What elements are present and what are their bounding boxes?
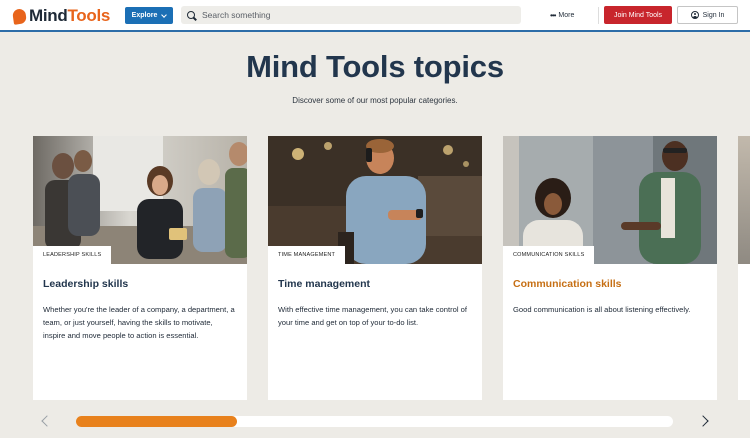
card-description: Whether you're the leader of a company, … [43, 305, 235, 340]
search-input[interactable] [202, 10, 502, 20]
topic-card-time-management[interactable]: TIME MANAGEMENT Time management With eff… [268, 136, 482, 400]
user-icon [690, 11, 699, 19]
category-badge: LEADERSHIP SKILLS [33, 246, 112, 264]
explore-button[interactable]: Explore [125, 7, 173, 24]
more-dots-icon: ••• [550, 10, 556, 20]
category-badge: COMMUNICATION SKILLS [503, 246, 595, 264]
logo-text-main: Mind [29, 6, 68, 25]
topic-card-leadership[interactable]: LEADERSHIP SKILLS Leadership skills Whet… [33, 136, 247, 400]
search-icon [187, 10, 196, 20]
card-title[interactable]: Time management [278, 278, 370, 290]
card-image-leadership [33, 136, 247, 264]
card-image-communication [503, 136, 717, 264]
join-button[interactable]: Join Mind Tools [604, 6, 672, 24]
more-label: More [558, 12, 575, 19]
page-title: Mind Tools topics [246, 49, 504, 84]
category-badge: TIME MANAGEMENT [268, 246, 346, 264]
site-header: MindTools Explore ••• More Join Mind Too… [0, 0, 750, 32]
more-menu-button[interactable]: ••• More [550, 10, 574, 21]
card-image-time-management [268, 136, 482, 264]
carousel-scrollbar-thumb[interactable] [76, 416, 238, 427]
mindtools-logo[interactable]: MindTools [12, 6, 110, 26]
explore-label: Explore [131, 12, 158, 19]
join-label: Join Mind Tools [613, 11, 663, 19]
arrow-right-icon [697, 415, 709, 427]
arrow-left-icon [41, 415, 53, 427]
card-title[interactable]: Communication skills [513, 278, 622, 290]
carousel-prev-button[interactable] [38, 414, 53, 430]
carousel-scrollbar[interactable] [76, 416, 673, 427]
logo-mark-icon [12, 7, 27, 25]
topic-card-next-partial[interactable] [738, 136, 750, 400]
page-subtitle: Discover some of our most popular catego… [292, 96, 458, 105]
card-description: With effective time management, you can … [278, 305, 467, 327]
sign-in-label: Sign In [702, 11, 725, 19]
card-description: Good communication is all about listenin… [513, 305, 691, 314]
chevron-down-icon [161, 11, 168, 18]
search-bar[interactable] [181, 6, 521, 24]
sign-in-button[interactable]: Sign In [677, 6, 738, 24]
header-divider [598, 7, 599, 24]
logo-text-accent: Tools [67, 6, 111, 25]
card-image-partial [738, 136, 750, 264]
logo-text: MindTools [29, 6, 110, 26]
carousel-next-button[interactable] [697, 414, 712, 430]
topic-card-communication[interactable]: COMMUNICATION SKILLS Communication skill… [503, 136, 717, 400]
card-title[interactable]: Leadership skills [43, 278, 128, 290]
